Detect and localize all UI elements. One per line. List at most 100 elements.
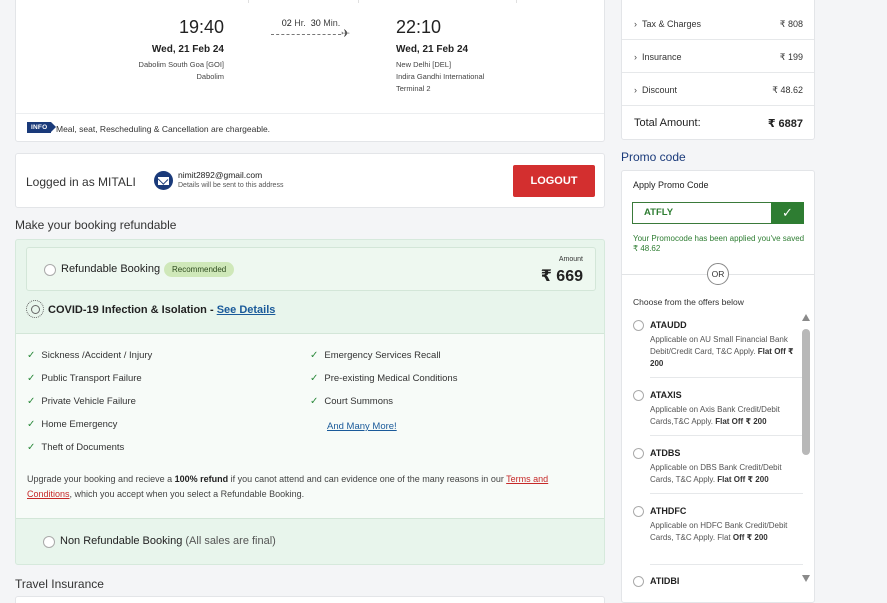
fare-row-tax[interactable]: › Tax & Charges ₹ 808 [622,7,814,40]
benefit-label: Home Emergency [41,419,118,430]
see-details-link[interactable]: See Details [217,304,276,316]
fare-label: › Insurance [634,52,682,62]
scroll-down-arrow[interactable] [802,575,810,582]
promo-section-title: Promo code [621,150,686,164]
apply-promo-label: Apply Promo Code [633,180,709,190]
refund-card: Refundable Booking Recommended Amount ₹ … [15,239,605,565]
fare-summary-card: › Tax & Charges ₹ 808 › Insurance ₹ 199 › D… [621,0,815,140]
upgrade-mid: if you canot attend and can evidence one… [228,474,507,484]
offer-desc: Applicable on Axis Bank Credit/Debit Car… [650,404,795,428]
departure-airport: Dabolim South Goa [GOI] Dabolim [24,59,224,83]
promo-card: Apply Promo Code ATFLY ✓ Your Promocode … [621,170,815,603]
benefit-label: Emergency Services Recall [324,350,441,361]
scroll-up-arrow[interactable] [802,314,810,321]
check-icon: ✓ [310,350,319,361]
travel-insurance-title: Travel Insurance [15,577,104,591]
non-refundable-label[interactable]: Non Refundable Booking (All sales are fi… [60,535,276,547]
non-refundable-note: (All sales are final) [182,535,276,547]
offer-radio[interactable] [633,448,644,459]
offer-desc: Applicable on HDFC Bank Credit/Debit Car… [650,520,795,544]
divider [650,435,803,436]
offers-title: Choose from the offers below [633,297,744,307]
offers-scrollbar-thumb[interactable] [802,329,810,455]
departure-date: Wed, 21 Feb 24 [151,44,224,55]
promo-code-input[interactable]: ATFLY [632,202,771,224]
offer-code: ATIDBI [650,576,680,586]
divider [650,493,803,494]
upgrade-post: , which you accept when you select a Ref… [69,489,305,499]
benefit-item: ✓ Home Emergency [27,419,117,430]
benefit-label: Private Vehicle Failure [41,396,136,407]
benefit-item: ✓ Sickness /Accident / Injury [27,350,152,361]
covid-coverage: COVID-19 Infection & Isolation - See Det… [48,304,275,316]
non-refundable-title: Non Refundable Booking [60,535,183,547]
upgrade-bold: 100% refund [174,474,229,484]
flight-summary-card: 19:40 Wed, 21 Feb 24 Dabolim South Goa [… [15,0,605,142]
arrival-airport-name: Indira Gandhi International [396,72,485,81]
fare-row-discount[interactable]: › Discount ₹ 48.62 [622,73,814,106]
divider [248,0,249,3]
chevron-right-icon: › [634,52,637,62]
non-refundable-radio[interactable] [43,536,55,548]
total-value: ₹ 6887 [767,118,803,130]
fare-value: ₹ 48.62 [772,85,803,95]
offer-radio[interactable] [633,320,644,331]
offer-radio[interactable] [633,390,644,401]
benefit-item: ✓ Emergency Services Recall [310,350,441,361]
fare-label-text: Insurance [642,52,682,62]
arrival-terminal: Terminal 2 [396,84,431,93]
non-refundable-option[interactable]: Non Refundable Booking (All sales are fi… [16,519,604,564]
chevron-right-icon: › [634,85,637,95]
fare-label-text: Tax & Charges [642,19,702,29]
flight-duration: 02 Hr. 30 Min. [271,18,351,28]
fare-value: ₹ 808 [779,19,803,29]
user-email: nimit2892@gmail.com [178,170,263,180]
benefit-label: Sickness /Accident / Injury [41,350,153,361]
fare-label: › Tax & Charges [634,19,701,29]
arrival-date: Wed, 21 Feb 24 [396,44,469,55]
upgrade-text: Upgrade your booking and recieve a 100% … [27,472,592,502]
check-icon: ✓ [27,419,36,430]
divider [516,0,517,3]
logout-button[interactable]: LOGOUT [513,165,595,197]
check-icon: ✓ [310,396,319,407]
departure-time: 19:40 [178,17,224,37]
duration-hr-label: Hr. [294,18,306,28]
logged-in-text: Logged in as MITALI [26,175,136,189]
duration-hours: 02 [281,18,292,28]
offer-code: ATHDFC [650,506,687,516]
many-more-link[interactable]: And Many More! [327,421,397,432]
benefit-label: Court Summons [324,396,394,407]
offer-radio[interactable] [633,576,644,587]
promo-apply-button[interactable]: ✓ [771,202,804,224]
plane-icon: ✈ [341,28,351,40]
offer-radio[interactable] [633,506,644,517]
departure-airport-code: [GOI] [206,60,224,69]
offer-desc: Applicable on AU Small Financial Bank De… [650,334,795,370]
check-icon: ✓ [310,373,319,384]
total-label: Total Amount: [634,117,701,129]
arrival-airport: New Delhi [DEL] Indira Gandhi Internatio… [396,59,596,95]
mail-icon [154,171,173,190]
info-row: INFO Meal, seat, Rescheduling & Cancella… [16,113,604,143]
info-text: Meal, seat, Rescheduling & Cancellation … [56,124,271,134]
offer-flat: Flat Off ₹ 200 [717,475,769,484]
check-icon: ✓ [27,350,36,361]
fare-row-insurance[interactable]: › Insurance ₹ 199 [622,40,814,73]
offer-desc: Applicable on DBS Bank Credit/Debit Card… [650,462,795,486]
duration-min-label: Min. [323,18,341,28]
promo-success-message: Your Promocode has been applied you've s… [633,234,805,253]
offer-flat: Flat Off ₹ 200 [715,417,767,426]
benefit-label: Pre-existing Medical Conditions [324,373,458,384]
benefit-item: ✓ Private Vehicle Failure [27,396,136,407]
refundable-radio[interactable] [44,264,56,276]
refund-section-title: Make your booking refundable [15,218,177,232]
departure-city: Dabolim [196,72,224,81]
departure-block: 19:40 Wed, 21 Feb 24 Dabolim South Goa [… [24,17,224,83]
refundable-option[interactable]: Refundable Booking Recommended Amount ₹ … [26,247,596,291]
refundable-label[interactable]: Refundable Booking [61,263,160,275]
duration-minutes: 30 [310,18,321,28]
refund-amount: ₹ 669 [540,268,583,285]
arrival-airport-code: [DEL] [432,60,452,69]
check-icon: ✓ [27,396,36,407]
